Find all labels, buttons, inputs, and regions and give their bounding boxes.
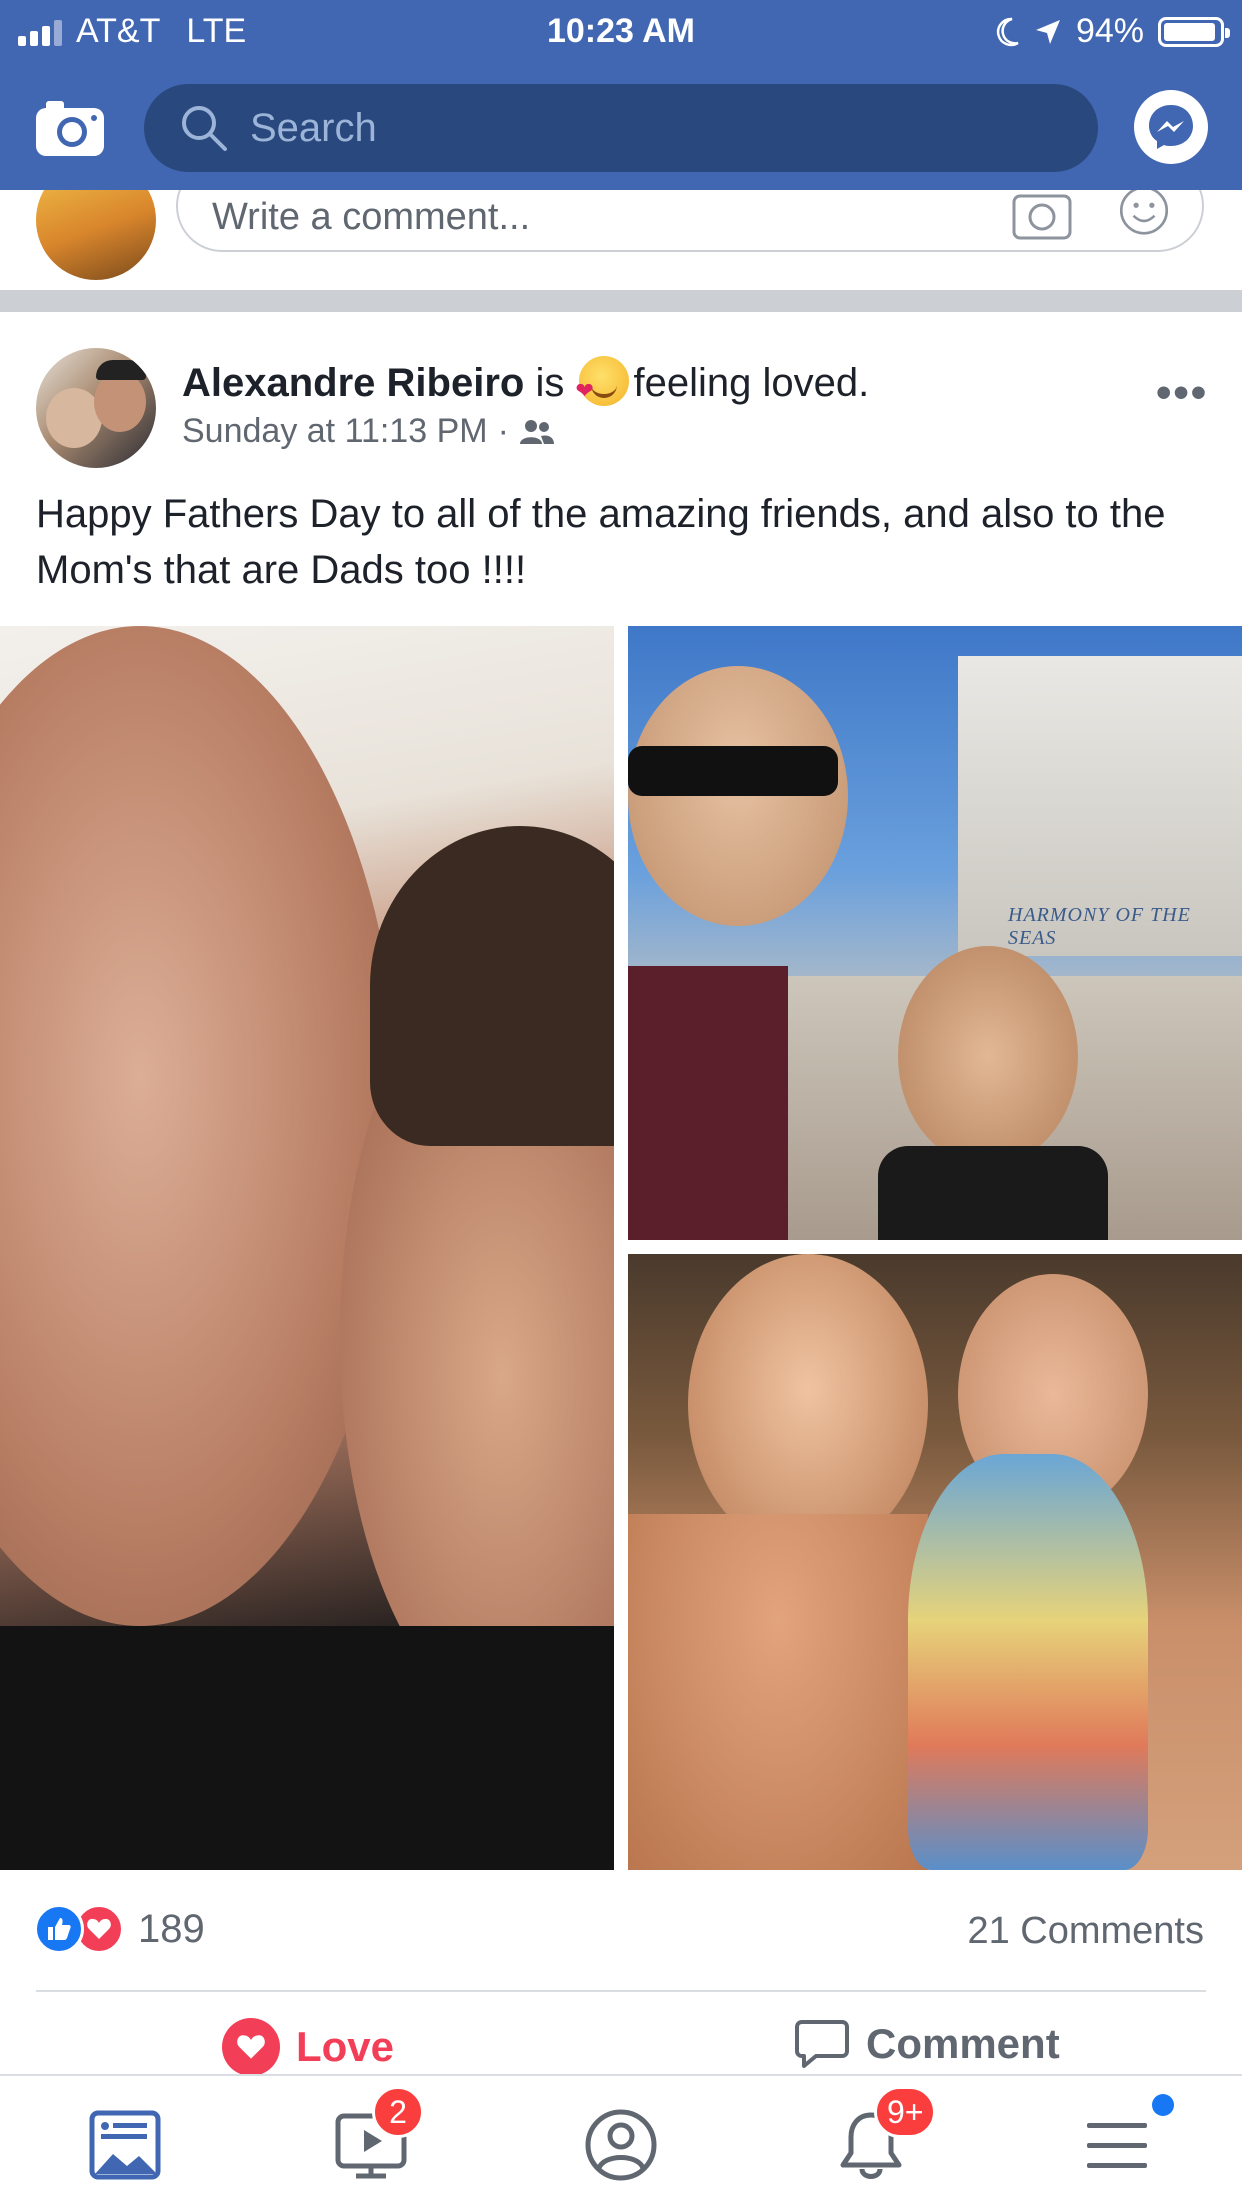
post-photo-1[interactable] [0, 626, 614, 1870]
reaction-count: 189 [138, 1906, 205, 1951]
top-navigation-bar: AT&T LTE 10:23 AM 94% Search [0, 0, 1242, 190]
messenger-icon [1149, 105, 1193, 149]
tab-notifications[interactable]: 9+ [826, 2086, 937, 2190]
camera-icon[interactable] [1010, 190, 1074, 242]
post-author-name[interactable]: Alexandre Ribeiro [182, 361, 524, 405]
author-avatar[interactable] [36, 348, 156, 468]
battery-icon [1158, 16, 1230, 47]
watch-badge: 2 [372, 2086, 424, 2138]
post-meta: Sunday at 11:13 PM · [182, 412, 555, 451]
post-author-line: Alexandre Ribeiro is feeling loved. [182, 356, 869, 406]
reactions-summary[interactable]: 189 [34, 1904, 205, 1954]
comment-icon [795, 2020, 849, 2068]
feeling-text: feeling loved. [633, 361, 870, 405]
tab-profile[interactable] [576, 2100, 666, 2190]
smiling-face-hearts-icon [575, 356, 630, 406]
tab-news-feed[interactable] [80, 2100, 170, 2190]
battery-percent: 94% [1075, 12, 1144, 50]
search-input[interactable]: Search [144, 84, 1098, 172]
location-arrow-icon [1035, 19, 1060, 44]
love-label: Love [296, 2023, 395, 2070]
tab-menu[interactable] [1072, 2094, 1174, 2190]
write-comment-row: Write a comment... [0, 190, 1242, 286]
search-icon [182, 106, 227, 151]
camera-icon [36, 101, 104, 156]
search-placeholder: Search [250, 105, 377, 150]
messenger-button[interactable] [1134, 90, 1208, 164]
emoji-icon[interactable] [1112, 190, 1176, 242]
love-button[interactable]: Love [222, 2018, 394, 2076]
ship-name-label: HARMONY OF THE SEAS [1008, 904, 1191, 949]
post-body-text: Happy Fathers Day to all of the amazing … [36, 492, 1166, 592]
post-options-button[interactable]: ••• [1156, 368, 1208, 418]
post-photo-2[interactable]: HARMONY OF THE SEAS [628, 626, 1242, 1240]
like-reaction-icon [34, 1904, 84, 1954]
menu-indicator-dot [1152, 2094, 1174, 2116]
tab-watch[interactable]: 2 [326, 2086, 424, 2190]
comment-label: Comment [866, 2020, 1060, 2067]
notifications-badge: 9+ [874, 2086, 937, 2138]
actions-divider [36, 1990, 1206, 1992]
comments-count-link[interactable]: 21 Comments [967, 1910, 1204, 1953]
news-feed-icon [89, 2110, 161, 2180]
post-timestamp[interactable]: Sunday at 11:13 PM [182, 412, 488, 451]
status-bar: AT&T LTE 10:23 AM 94% [0, 0, 1242, 62]
moon-icon [996, 17, 1019, 46]
meta-separator: · [497, 412, 509, 450]
menu-icon [1087, 2123, 1147, 2168]
feed-divider [0, 290, 1242, 312]
bottom-tab-bar: 2 9+ [0, 2074, 1242, 2208]
is-word: is [535, 361, 565, 405]
love-reaction-icon [222, 2018, 280, 2076]
post-photo-3[interactable] [628, 1254, 1242, 1870]
comment-button[interactable]: Comment [794, 2018, 1060, 2070]
people-icon [519, 419, 554, 444]
camera-button[interactable] [34, 98, 106, 158]
profile-icon [585, 2109, 657, 2181]
avatar [36, 190, 156, 280]
comment-placeholder: Write a comment... [212, 195, 531, 238]
